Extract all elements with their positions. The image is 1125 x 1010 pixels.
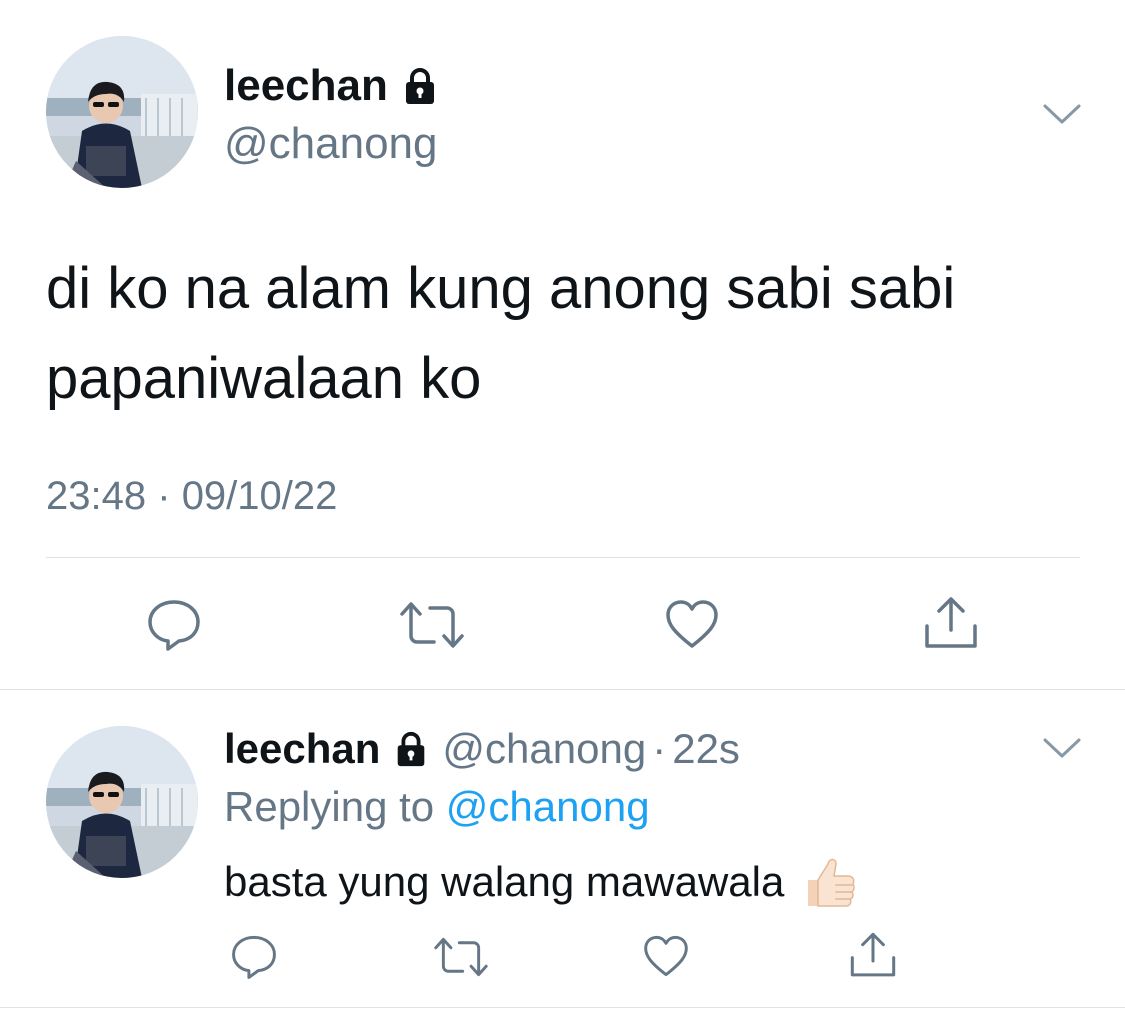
chevron-down-icon[interactable] — [1042, 736, 1082, 760]
avatar[interactable] — [46, 726, 198, 878]
display-name[interactable]: leechan — [224, 724, 380, 774]
tweet-time: 23:48 — [46, 474, 147, 518]
display-name-row[interactable]: leechan — [224, 60, 440, 112]
reply-text-row: basta yung walang mawawala — [224, 852, 858, 912]
tweet-date: 09/10/22 — [181, 474, 338, 518]
thumbs-up-icon — [798, 852, 858, 912]
divider — [0, 689, 1125, 690]
tweet-text: di ko na alam kung anong sabi sabi papan… — [46, 256, 956, 411]
like-icon[interactable] — [664, 598, 720, 650]
divider — [0, 1007, 1125, 1008]
handle[interactable]: @chanong — [442, 724, 646, 774]
replying-to-label: Replying to — [224, 783, 435, 830]
replying-to: Replying to @chanong — [224, 782, 650, 832]
share-icon[interactable] — [922, 594, 980, 652]
retweet-icon[interactable] — [432, 936, 490, 978]
replying-to-handle[interactable]: @chanong — [446, 783, 650, 830]
reply-icon[interactable] — [146, 598, 202, 652]
avatar-photo — [46, 726, 198, 878]
avatar[interactable] — [46, 36, 198, 188]
tweet-text: basta yung walang mawawala — [224, 858, 785, 905]
share-icon[interactable] — [848, 930, 898, 980]
avatar-photo — [46, 36, 198, 188]
tweet-thread: leechan @chanong di ko na alam kung anon… — [0, 0, 1125, 1010]
like-icon[interactable] — [642, 934, 690, 978]
lock-icon — [400, 66, 440, 106]
retweet-icon[interactable] — [398, 600, 466, 650]
lock-icon — [392, 730, 430, 768]
reply-header: leechan @chanong · 22s — [224, 724, 740, 774]
handle[interactable]: @chanong — [224, 118, 438, 170]
meta-separator: · — [652, 725, 667, 772]
display-name[interactable]: leechan — [224, 60, 388, 112]
tweet-timestamp[interactable]: 23:48 · 09/10/22 — [46, 472, 337, 520]
meta-separator: · — [157, 474, 171, 518]
tweet-time[interactable]: 22s — [672, 724, 740, 774]
chevron-down-icon[interactable] — [1042, 102, 1082, 126]
divider — [46, 557, 1080, 558]
reply-icon[interactable] — [230, 934, 278, 980]
